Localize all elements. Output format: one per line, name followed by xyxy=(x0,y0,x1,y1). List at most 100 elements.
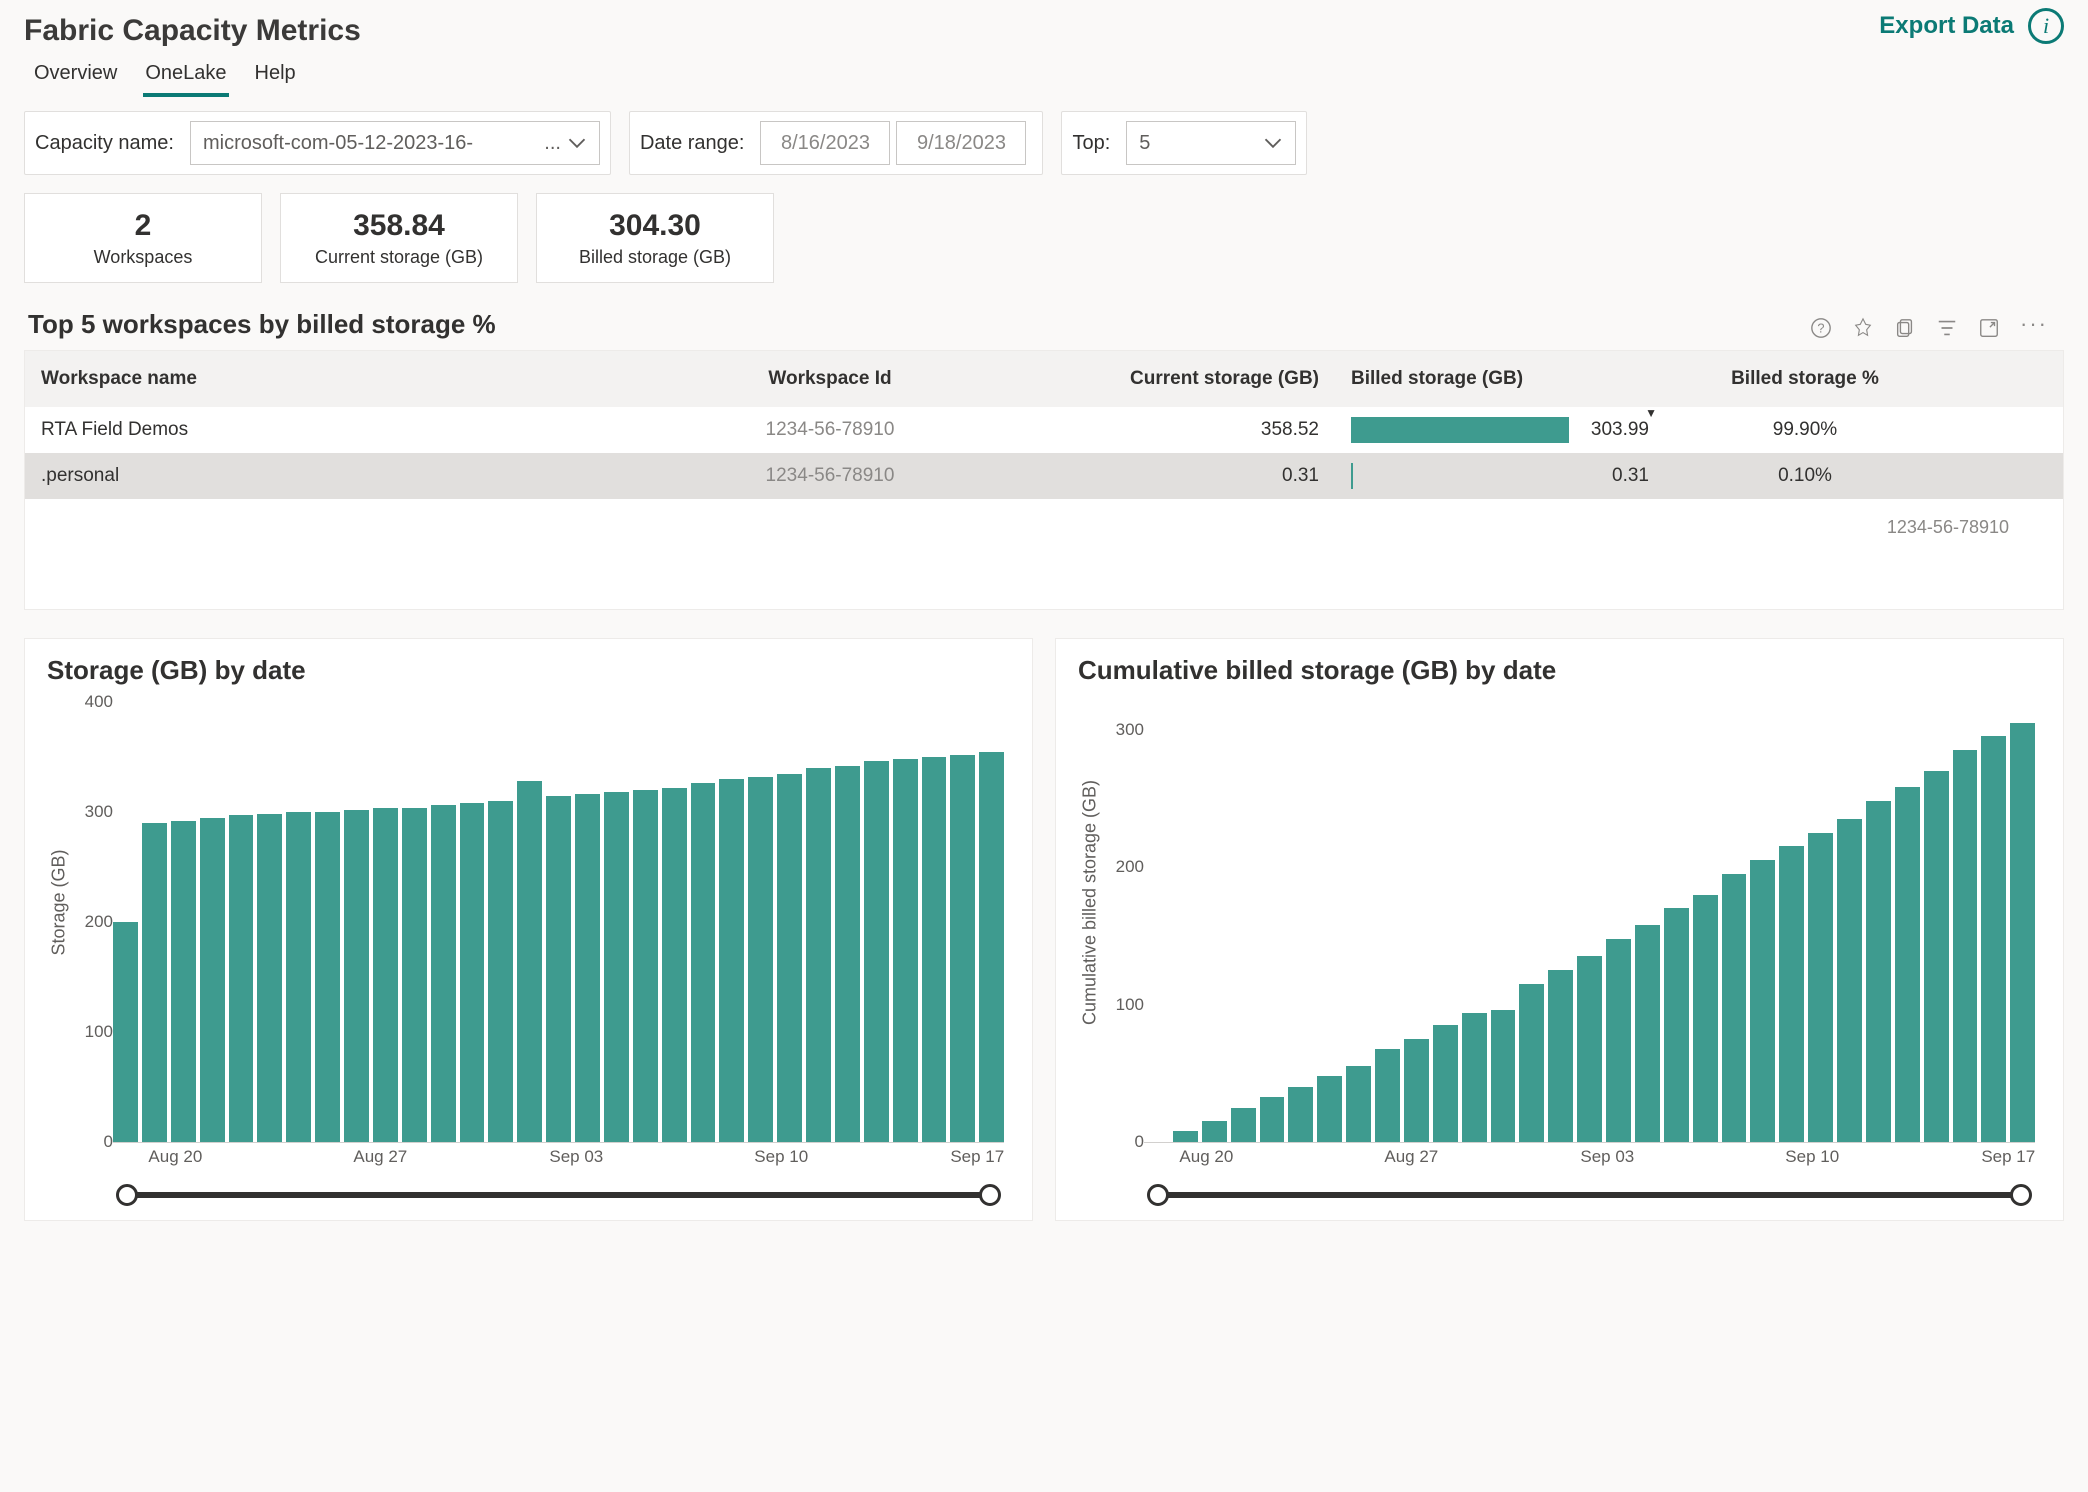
chart-bar[interactable] xyxy=(1231,1108,1256,1142)
chart-bar[interactable] xyxy=(1895,787,1920,1142)
chart-bar[interactable] xyxy=(575,794,600,1142)
chart-bar[interactable] xyxy=(1288,1087,1313,1142)
chart-bar[interactable] xyxy=(1779,846,1804,1142)
chart-bar[interactable] xyxy=(1953,750,1978,1142)
chart-bar[interactable] xyxy=(1317,1076,1342,1142)
chart-bar[interactable] xyxy=(1664,908,1689,1142)
tab-help[interactable]: Help xyxy=(253,54,298,97)
kpi-label: Current storage (GB) xyxy=(315,247,483,268)
slider-handle-left[interactable] xyxy=(1147,1184,1169,1206)
col-current-storage[interactable]: Current storage (GB) xyxy=(1055,368,1335,390)
chart-bar[interactable] xyxy=(1750,860,1775,1142)
chart-bar[interactable] xyxy=(315,812,340,1142)
x-tick: Aug 27 xyxy=(353,1147,407,1167)
chart-bar[interactable] xyxy=(604,792,629,1142)
chart-bar[interactable] xyxy=(1375,1049,1400,1143)
chart-bar[interactable] xyxy=(200,818,225,1143)
chart-bar[interactable] xyxy=(546,796,571,1143)
x-tick: Aug 20 xyxy=(148,1147,202,1167)
date-to-input[interactable]: 9/18/2023 xyxy=(896,121,1026,165)
chart-bar[interactable] xyxy=(1606,939,1631,1143)
time-slider[interactable] xyxy=(127,1192,990,1198)
chart-bar[interactable] xyxy=(719,779,744,1142)
chart-bar[interactable] xyxy=(1519,984,1544,1142)
y-tick: 0 xyxy=(1102,1132,1144,1152)
info-icon[interactable]: i xyxy=(2028,8,2064,44)
focus-icon[interactable] xyxy=(1978,317,2000,339)
chart-bar[interactable] xyxy=(1433,1025,1458,1142)
chart-bar[interactable] xyxy=(835,766,860,1142)
chart-bar[interactable] xyxy=(1722,874,1747,1142)
chart-bar[interactable] xyxy=(373,808,398,1142)
chart-bar[interactable] xyxy=(1981,736,2006,1142)
chart-bar[interactable] xyxy=(1635,925,1660,1142)
chart-bar[interactable] xyxy=(460,803,485,1142)
chart-bar[interactable] xyxy=(1491,1010,1516,1142)
table-row[interactable]: .personal 1234-56-78910 0.31 0.31 0.10% xyxy=(25,453,2063,499)
chevron-down-icon xyxy=(1263,133,1283,153)
chart-bar[interactable] xyxy=(1173,1131,1198,1142)
chart-bar[interactable] xyxy=(1346,1066,1371,1142)
col-workspace-name[interactable]: Workspace name xyxy=(25,368,605,390)
tab-overview[interactable]: Overview xyxy=(32,54,119,97)
date-from-input[interactable]: 8/16/2023 xyxy=(760,121,890,165)
chart-bar[interactable] xyxy=(1577,956,1602,1142)
chart-bar[interactable] xyxy=(777,774,802,1143)
chart-bar[interactable] xyxy=(142,823,167,1142)
y-tick: 100 xyxy=(71,1022,113,1042)
copy-icon[interactable] xyxy=(1894,317,1916,339)
capacity-select[interactable]: microsoft-com-05-12-2023-16- ... xyxy=(190,121,600,165)
kpi-value: 2 xyxy=(135,209,152,243)
slider-handle-left[interactable] xyxy=(116,1184,138,1206)
top-value: 5 xyxy=(1139,132,1150,155)
chart-bar[interactable] xyxy=(113,922,138,1142)
chart-bar[interactable] xyxy=(286,812,311,1142)
chart-bar[interactable] xyxy=(922,757,947,1142)
top-select[interactable]: 5 xyxy=(1126,121,1296,165)
page-title: Fabric Capacity Metrics xyxy=(24,8,361,50)
chart-bar[interactable] xyxy=(950,755,975,1142)
chart-bar[interactable] xyxy=(171,821,196,1142)
chart-bar[interactable] xyxy=(517,781,542,1142)
help-icon[interactable]: ? xyxy=(1810,317,1832,339)
slider-handle-right[interactable] xyxy=(979,1184,1001,1206)
chart-bar[interactable] xyxy=(488,801,513,1142)
chart-bar[interactable] xyxy=(691,783,716,1142)
chart-bar[interactable] xyxy=(402,808,427,1142)
chart-bar[interactable] xyxy=(893,759,918,1142)
chart-bar[interactable] xyxy=(979,752,1004,1143)
pin-icon[interactable] xyxy=(1852,317,1874,339)
chart-bar[interactable] xyxy=(2010,723,2035,1142)
chart-bar[interactable] xyxy=(806,768,831,1142)
time-slider[interactable] xyxy=(1158,1192,2021,1198)
export-data-link[interactable]: Export Data xyxy=(1879,12,2014,40)
chart-bar[interactable] xyxy=(1866,801,1891,1142)
chart-bar[interactable] xyxy=(1808,833,1833,1142)
chart-bar[interactable] xyxy=(1404,1039,1429,1142)
chart-bar[interactable] xyxy=(257,814,282,1142)
chart-bar[interactable] xyxy=(229,815,254,1142)
table-row[interactable]: RTA Field Demos 1234-56-78910 358.52 303… xyxy=(25,407,2063,453)
chart-bar[interactable] xyxy=(633,790,658,1142)
chart-bar[interactable] xyxy=(1548,970,1573,1142)
chart-bar[interactable] xyxy=(864,761,889,1142)
tab-onelake[interactable]: OneLake xyxy=(143,54,228,97)
col-billed-storage[interactable]: Billed storage (GB) ▼ xyxy=(1335,368,1665,390)
chart-title: Cumulative billed storage (GB) by date xyxy=(1074,649,2045,686)
chart-bar[interactable] xyxy=(1693,895,1718,1143)
chart-bar[interactable] xyxy=(1924,771,1949,1142)
chart-bar[interactable] xyxy=(1462,1013,1487,1142)
chart-bar[interactable] xyxy=(748,777,773,1142)
chart-bar[interactable] xyxy=(1260,1097,1285,1142)
slider-handle-right[interactable] xyxy=(2010,1184,2032,1206)
chart-bar[interactable] xyxy=(344,810,369,1142)
col-billed-pct[interactable]: Billed storage % xyxy=(1665,368,1945,390)
chart-bar[interactable] xyxy=(431,805,456,1142)
col-workspace-id[interactable]: Workspace Id xyxy=(605,368,1055,390)
chart-bar[interactable] xyxy=(1837,819,1862,1142)
x-tick: Sep 10 xyxy=(754,1147,808,1167)
more-icon[interactable]: ··· xyxy=(2020,317,2042,339)
chart-bar[interactable] xyxy=(1202,1121,1227,1142)
filter-icon[interactable] xyxy=(1936,317,1958,339)
chart-bar[interactable] xyxy=(662,788,687,1142)
